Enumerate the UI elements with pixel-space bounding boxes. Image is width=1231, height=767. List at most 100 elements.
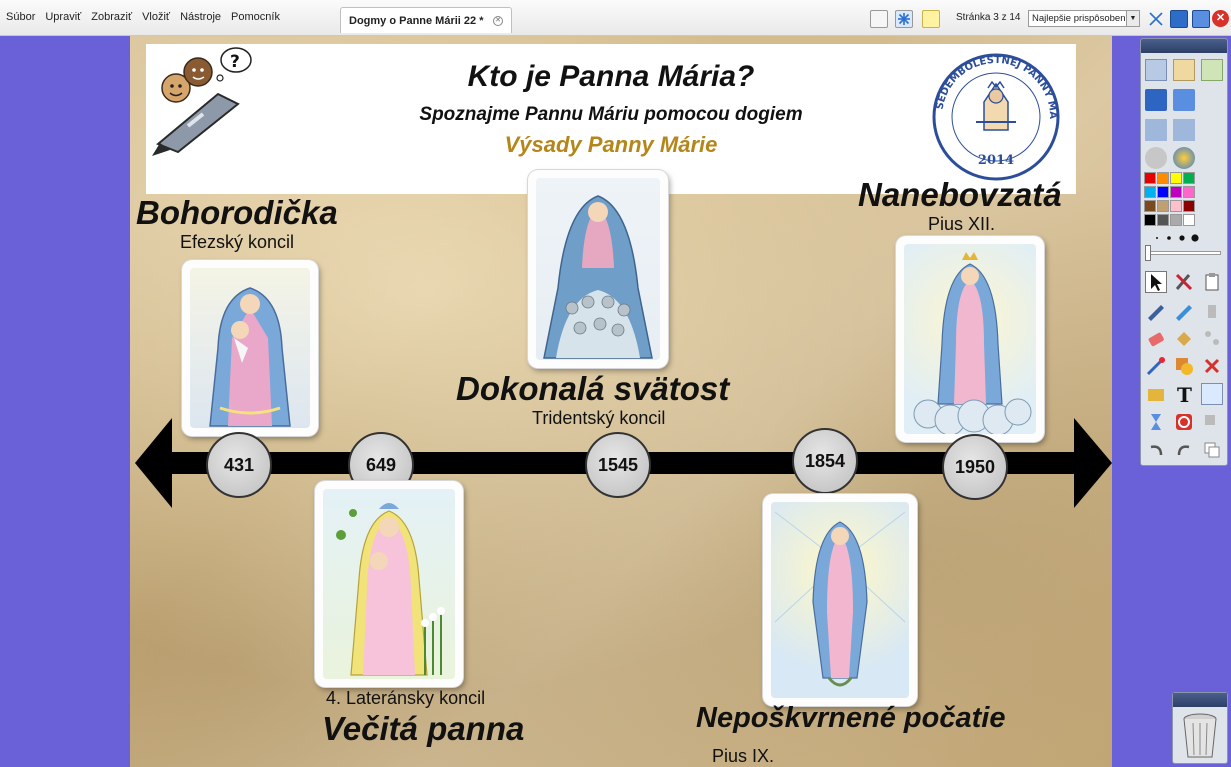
- color-swatch-yellow[interactable]: [1170, 172, 1182, 184]
- seal-year: 2014: [978, 153, 1014, 168]
- color-swatch-magenta[interactable]: [1170, 186, 1182, 198]
- trash-icon[interactable]: [1173, 707, 1227, 763]
- delete-icon[interactable]: [1201, 355, 1223, 377]
- trash-panel-header[interactable]: [1173, 693, 1227, 707]
- snowflake-tool-icon[interactable]: [1201, 383, 1223, 405]
- tool-panel: T: [1140, 38, 1228, 466]
- forward-icon[interactable]: [1173, 119, 1195, 141]
- document-tab-label: Dogmy o Panne Márii 22 *: [349, 15, 484, 27]
- menu-nastroje[interactable]: Nástroje: [180, 11, 221, 23]
- pen-icon[interactable]: [1145, 89, 1167, 111]
- snowflake-icon[interactable]: [895, 10, 913, 28]
- tab-close-icon[interactable]: ✕: [493, 16, 503, 26]
- color-swatch-pink[interactable]: [1183, 186, 1195, 198]
- menu-upravit[interactable]: Upraviť: [45, 11, 81, 23]
- select-pointer-icon[interactable]: [1145, 271, 1167, 293]
- tool-panel-header[interactable]: [1141, 39, 1227, 53]
- color-swatch-tan[interactable]: [1157, 200, 1169, 212]
- color-swatch-orange[interactable]: [1157, 172, 1169, 184]
- card-neposkvrnene-pocatie[interactable]: [763, 494, 917, 706]
- mary-lily-image: [336, 503, 445, 676]
- dual-display-icon[interactable]: [1170, 10, 1188, 28]
- page-indicator: Stránka 3 z 14: [956, 12, 1021, 23]
- screen-shade-icon[interactable]: [1145, 383, 1167, 405]
- connector-icon[interactable]: [1201, 327, 1223, 349]
- card-dokonala-svatost[interactable]: [528, 170, 668, 368]
- note-icon[interactable]: [922, 10, 940, 28]
- year-marker-1854[interactable]: 1854: [792, 428, 858, 494]
- back-icon[interactable]: [1145, 119, 1167, 141]
- group-icon[interactable]: [1201, 411, 1223, 433]
- page-sorter-icon[interactable]: [1145, 59, 1167, 81]
- refresh-icon[interactable]: [1173, 411, 1195, 433]
- color-swatch-black[interactable]: [1144, 214, 1156, 226]
- pen-tool-icon[interactable]: [1145, 299, 1167, 321]
- color-swatch-gray[interactable]: [1170, 214, 1182, 226]
- eraser-icon[interactable]: [1145, 327, 1167, 349]
- attachments-icon[interactable]: [1201, 59, 1223, 81]
- redo-icon[interactable]: [1173, 439, 1195, 461]
- menu-vlozit[interactable]: Vložiť: [142, 11, 170, 23]
- mary-with-child-image: [209, 287, 291, 427]
- trash-panel: [1172, 692, 1228, 764]
- event-title-neposkvrnene-pocatie: Nepoškvrnené počatie: [696, 702, 1006, 734]
- year-marker-1950[interactable]: 1950: [942, 434, 1008, 500]
- undo-icon[interactable]: [1145, 439, 1167, 461]
- menu-list: Súbor Upraviť Zobraziť Vložiť Nástroje P…: [6, 11, 290, 23]
- zoom-select[interactable]: Najlepšie prispôsobenie ▼: [1028, 10, 1140, 27]
- seal-logo: ROK SEDEMBOLESTNEJ PANNY MÁRIE 2014: [922, 52, 1060, 181]
- screen-capture-icon[interactable]: [1173, 89, 1195, 111]
- duplicate-icon[interactable]: [1201, 439, 1223, 461]
- highlighter-icon[interactable]: [1173, 299, 1195, 321]
- chevron-down-icon[interactable]: ▼: [1126, 11, 1139, 26]
- fullscreen-icon[interactable]: [1147, 10, 1165, 28]
- color-swatch-red[interactable]: [1144, 172, 1156, 184]
- page-sorter-icon[interactable]: [870, 10, 888, 28]
- color-swatch-dark-red[interactable]: [1183, 200, 1195, 212]
- magic-pen-icon[interactable]: [1145, 355, 1167, 377]
- window-icon[interactable]: [1192, 10, 1210, 28]
- play-icon[interactable]: [1145, 147, 1167, 169]
- mary-mantle-image: [543, 195, 653, 359]
- event-council-pius-ix: Pius IX.: [712, 746, 775, 766]
- color-wheel-icon[interactable]: [1173, 147, 1195, 169]
- menu-subor[interactable]: Súbor: [6, 11, 35, 23]
- close-icon[interactable]: ✕: [1212, 10, 1229, 27]
- clipboard-icon[interactable]: [1201, 271, 1223, 293]
- menu-zobrazit[interactable]: Zobraziť: [91, 11, 132, 23]
- color-swatch-blue[interactable]: [1157, 186, 1169, 198]
- slider-handle[interactable]: [1145, 245, 1151, 261]
- document-tab[interactable]: Dogmy o Panne Márii 22 * ✕: [340, 7, 512, 33]
- color-swatch-white[interactable]: [1183, 214, 1195, 226]
- card-vecita-panna[interactable]: [315, 481, 463, 687]
- transparency-slider[interactable]: [1145, 251, 1221, 255]
- event-council-efez: Efezský koncil: [180, 232, 295, 252]
- line-width-selector[interactable]: [1145, 231, 1205, 245]
- slide-canvas: ? Kto je Panna Mária? Spoznajme Pannu Má…: [130, 36, 1112, 767]
- text-icon[interactable]: T: [1173, 383, 1195, 407]
- color-swatch-cyan[interactable]: [1144, 186, 1156, 198]
- color-swatch-light-pink[interactable]: [1170, 200, 1182, 212]
- timer-icon[interactable]: [1145, 411, 1167, 433]
- color-swatch-green[interactable]: [1183, 172, 1195, 184]
- event-title-nanebovzata: Nanebovzatá: [858, 176, 1062, 213]
- event-title-vecita-panna: Večitá panna: [322, 710, 525, 747]
- card-nanebovzata[interactable]: [896, 236, 1044, 442]
- assumption-mary-image: [913, 252, 1032, 434]
- menu-pomocnik[interactable]: Pomocník: [231, 11, 280, 23]
- year-marker-431[interactable]: 431: [206, 432, 272, 498]
- tools-icon[interactable]: [1173, 271, 1195, 293]
- event-title-dokonala-svatost: Dokonalá svätost: [456, 370, 730, 407]
- card-bohorodicka[interactable]: [182, 260, 318, 436]
- gallery-icon[interactable]: [1173, 59, 1195, 81]
- year-marker-1545[interactable]: 1545: [585, 432, 651, 498]
- shapes-icon[interactable]: [1173, 355, 1195, 377]
- event-council-lateran: 4. Lateránsky koncil: [326, 688, 486, 708]
- color-swatch-brown[interactable]: [1144, 200, 1156, 212]
- event-council-pius-xii: Pius XII.: [928, 214, 996, 234]
- immaculate-mary-image: [774, 511, 906, 687]
- color-swatch-dark-gray[interactable]: [1157, 214, 1169, 226]
- delete-tool-icon[interactable]: [1201, 299, 1223, 321]
- fill-icon[interactable]: [1173, 327, 1195, 349]
- zoom-value: Najlepšie prispôsobenie: [1032, 13, 1133, 24]
